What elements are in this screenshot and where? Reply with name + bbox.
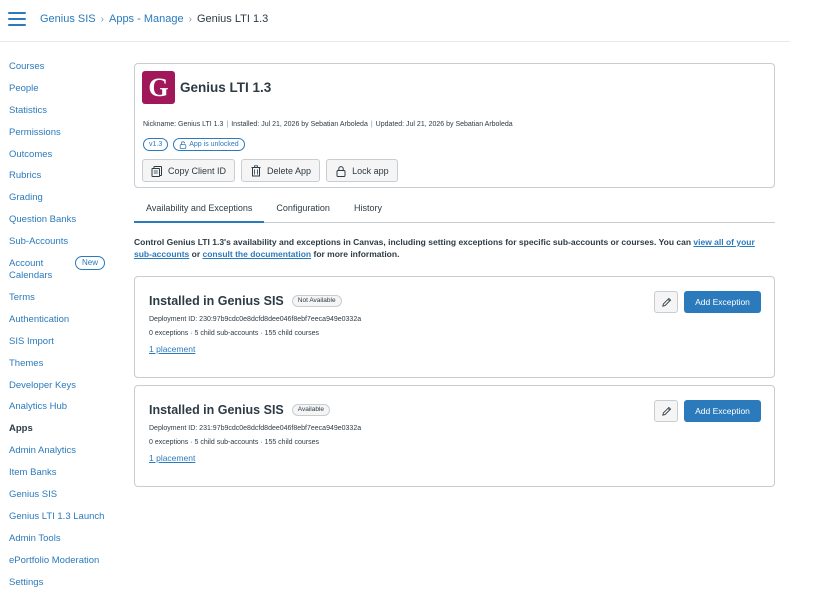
app-nickname: Nickname: Genius LTI 1.3 bbox=[143, 121, 224, 128]
nav-item-analytics-hub[interactable]: Analytics Hub bbox=[9, 399, 124, 421]
nav-item-developer-keys[interactable]: Developer Keys bbox=[9, 378, 124, 400]
deployment-title: Installed in Genius SIS Available bbox=[149, 403, 331, 417]
add-exception-button[interactable]: Add Exception bbox=[684, 291, 761, 313]
account-nav: Courses People Statistics Permissions Ou… bbox=[9, 59, 124, 594]
documentation-link[interactable]: consult the documentation bbox=[203, 249, 312, 259]
deployment-title-label: Installed in Genius SIS bbox=[149, 403, 284, 417]
nav-item-genius-lti-launch[interactable]: Genius LTI 1.3 Launch bbox=[9, 509, 124, 531]
delete-app-button[interactable]: Delete App bbox=[241, 159, 321, 182]
nav-item-themes[interactable]: Themes bbox=[9, 356, 124, 378]
nav-item-account-calendars[interactable]: Account Calendars New bbox=[9, 256, 124, 290]
status-badge: Available bbox=[291, 404, 331, 416]
nav-item-question-banks[interactable]: Question Banks bbox=[9, 212, 124, 234]
nav-item-rubrics[interactable]: Rubrics bbox=[9, 168, 124, 190]
nav-item-sub-accounts[interactable]: Sub-Accounts bbox=[9, 234, 124, 256]
lock-app-label: Lock app bbox=[352, 165, 389, 176]
app-actions: Copy Client ID Delete App Lock app bbox=[142, 159, 398, 182]
trash-icon bbox=[251, 164, 261, 176]
app-installed: Installed: Jul 21, 2026 by Sebatian Arbo… bbox=[231, 121, 368, 128]
main-content: G Genius LTI 1.3 Nickname: Genius LTI 1.… bbox=[134, 63, 775, 487]
nav-item-eportfolio-moderation[interactable]: ePortfolio Moderation bbox=[9, 553, 124, 575]
tab-history[interactable]: History bbox=[342, 201, 394, 223]
nav-item-apps[interactable]: Apps bbox=[9, 421, 124, 443]
nav-item-permissions[interactable]: Permissions bbox=[9, 125, 124, 147]
tab-configuration[interactable]: Configuration bbox=[264, 201, 342, 223]
nav-item-statistics[interactable]: Statistics bbox=[9, 103, 124, 125]
app-logo: G bbox=[142, 71, 175, 104]
app-updated: Updated: Jul 21, 2026 by Sebatian Arbole… bbox=[375, 121, 513, 128]
description-text: Control Genius LTI 1.3's availability an… bbox=[134, 237, 694, 247]
nav-item-sis-import[interactable]: SIS Import bbox=[9, 334, 124, 356]
deployment-card: Installed in Genius SIS Available Deploy… bbox=[134, 385, 775, 487]
add-exception-button[interactable]: Add Exception bbox=[684, 400, 761, 422]
unlock-icon bbox=[180, 140, 187, 149]
chevron-right-icon: › bbox=[188, 13, 192, 25]
app-details-card: G Genius LTI 1.3 Nickname: Genius LTI 1.… bbox=[134, 63, 775, 188]
nav-item-admin-analytics[interactable]: Admin Analytics bbox=[9, 443, 124, 465]
availability-description: Control Genius LTI 1.3's availability an… bbox=[134, 237, 775, 260]
nav-item-people[interactable]: People bbox=[9, 81, 124, 103]
nav-item-admin-tools[interactable]: Admin Tools bbox=[9, 531, 124, 553]
lock-status-pill: App is unlocked bbox=[173, 138, 245, 151]
app-meta: Nickname: Genius LTI 1.3 | Installed: Jul … bbox=[143, 121, 513, 128]
nav-item-authentication[interactable]: Authentication bbox=[9, 312, 124, 334]
hamburger-menu-icon[interactable] bbox=[8, 12, 26, 28]
deployment-counts: 0 exceptions · 5 child sub-accounts · 15… bbox=[149, 439, 320, 446]
tab-availability-and-exceptions[interactable]: Availability and Exceptions bbox=[134, 201, 265, 223]
version-pill: v1.3 bbox=[143, 138, 169, 151]
description-middle: or bbox=[189, 248, 203, 259]
edit-deployment-button[interactable] bbox=[654, 400, 678, 422]
chevron-right-icon: › bbox=[100, 13, 104, 25]
app-title: Genius LTI 1.3 bbox=[180, 80, 272, 95]
nav-item-courses[interactable]: Courses bbox=[9, 59, 124, 81]
nav-item-settings[interactable]: Settings bbox=[9, 575, 124, 594]
breadcrumb-current: Genius LTI 1.3 bbox=[196, 13, 269, 25]
deployment-title: Installed in Genius SIS Not Available bbox=[149, 294, 342, 308]
clipboard-icon bbox=[151, 165, 162, 177]
nav-item-item-banks[interactable]: Item Banks bbox=[9, 465, 124, 487]
lock-status-label: App is unlocked bbox=[189, 141, 239, 148]
deployment-title-label: Installed in Genius SIS bbox=[149, 294, 284, 308]
breadcrumb: Genius SIS › Apps - Manage › Genius LTI … bbox=[40, 13, 268, 25]
nav-item-terms[interactable]: Terms bbox=[9, 290, 124, 312]
nav-item-outcomes[interactable]: Outcomes bbox=[9, 147, 124, 169]
nav-item-grading[interactable]: Grading bbox=[9, 190, 124, 212]
description-end: for more information. bbox=[311, 248, 400, 259]
pencil-icon bbox=[661, 406, 671, 416]
app-pills: v1.3 App is unlocked bbox=[143, 138, 245, 151]
deployment-counts: 0 exceptions · 5 child sub-accounts · 15… bbox=[149, 330, 320, 337]
deployment-id: Deployment ID: 231:97b9cdc0e8dcfd8dee046… bbox=[149, 425, 362, 432]
lock-icon bbox=[336, 165, 346, 177]
app-logo-letter: G bbox=[148, 72, 169, 102]
deployment-card: Installed in Genius SIS Not Available De… bbox=[134, 276, 775, 378]
placements-link[interactable]: 1 placement bbox=[149, 453, 195, 463]
copy-client-id-button[interactable]: Copy Client ID bbox=[142, 159, 236, 182]
copy-client-id-label: Copy Client ID bbox=[168, 165, 227, 176]
breadcrumb-apps-manage[interactable]: Apps - Manage bbox=[109, 13, 184, 25]
pencil-icon bbox=[661, 297, 671, 307]
breadcrumb-account[interactable]: Genius SIS bbox=[40, 13, 96, 25]
nav-item-label: Account Calendars bbox=[9, 258, 53, 282]
status-badge: Not Available bbox=[291, 295, 342, 307]
placements-link[interactable]: 1 placement bbox=[149, 344, 195, 354]
lock-app-button[interactable]: Lock app bbox=[326, 159, 398, 182]
delete-app-label: Delete App bbox=[267, 165, 312, 176]
nav-item-genius-sis[interactable]: Genius SIS bbox=[9, 487, 124, 509]
new-badge: New bbox=[75, 256, 106, 271]
tab-list: Availability and Exceptions Configuratio… bbox=[134, 201, 775, 223]
top-bar: Genius SIS › Apps - Manage › Genius LTI … bbox=[0, 0, 790, 42]
edit-deployment-button[interactable] bbox=[654, 291, 678, 313]
deployment-id: Deployment ID: 230:97b9cdc0e8dcfd8dee046… bbox=[149, 316, 362, 323]
